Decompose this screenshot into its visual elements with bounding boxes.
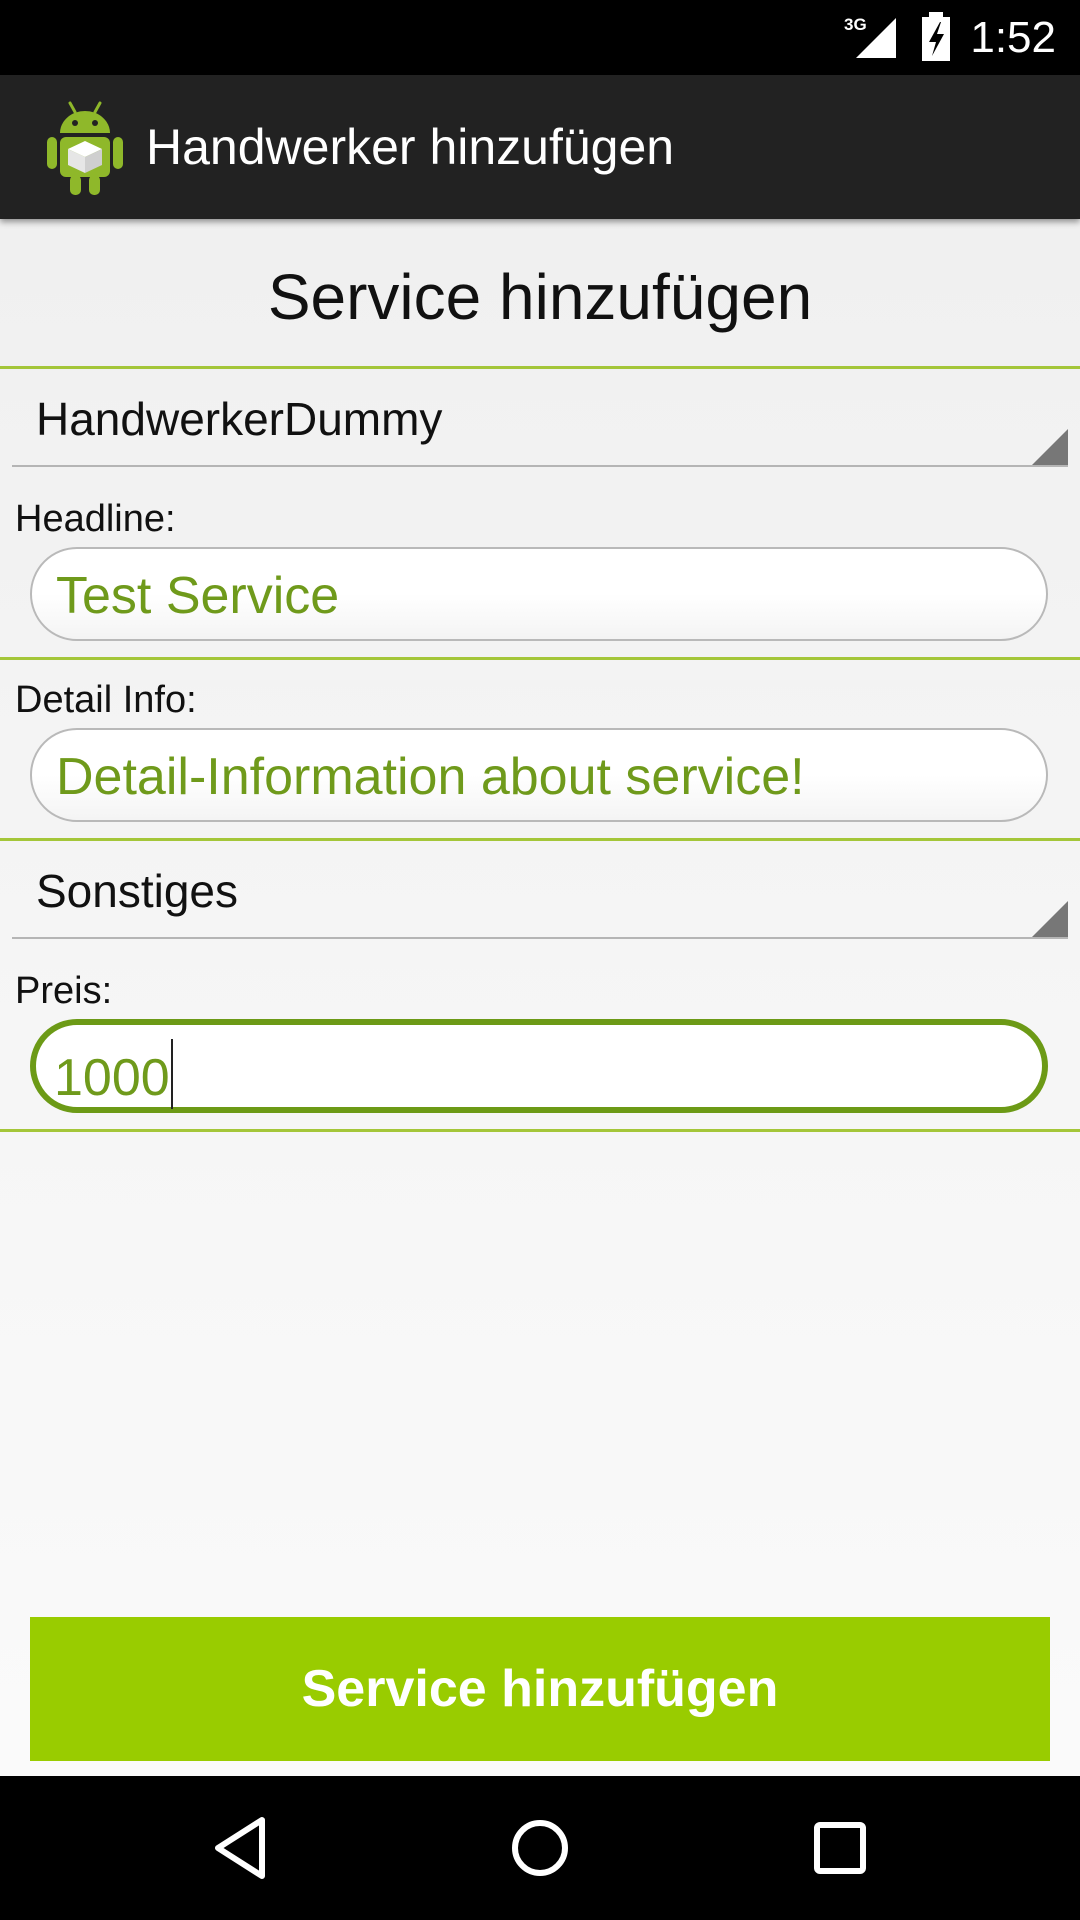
price-label: Preis: xyxy=(15,970,113,1012)
android-robot-icon xyxy=(47,101,123,195)
divider xyxy=(0,1129,1080,1132)
price-value: 1000 xyxy=(54,1049,170,1107)
status-time: 1:52 xyxy=(970,13,1056,62)
network-type-label: 3G xyxy=(844,15,867,34)
screen: 3G 1:52 Handwerker hinzufügen Service hi… xyxy=(0,0,1080,1920)
divider xyxy=(0,657,1080,660)
craftsman-spinner[interactable]: HandwerkerDummy xyxy=(12,369,1068,467)
headline-label: Headline: xyxy=(15,498,176,540)
headline-value: Test Service xyxy=(56,567,340,625)
recents-square-icon[interactable] xyxy=(800,1812,880,1884)
price-field[interactable]: 1000 xyxy=(30,1019,1048,1113)
battery-charging-icon xyxy=(922,12,950,61)
navigation-bar xyxy=(0,1776,1080,1920)
detail-label: Detail Info: xyxy=(15,679,197,721)
detail-value: Detail-Information about service! xyxy=(56,748,805,806)
craftsman-spinner-value: HandwerkerDummy xyxy=(36,393,443,445)
category-spinner-value: Sonstiges xyxy=(36,865,239,917)
text-cursor xyxy=(170,1039,173,1109)
add-service-button-label: Service hinzufügen xyxy=(301,1660,779,1718)
dropdown-arrow-icon xyxy=(1032,901,1068,937)
headline-field[interactable]: Test Service xyxy=(30,547,1048,641)
add-service-button[interactable]: Service hinzufügen xyxy=(30,1617,1050,1761)
page-title: Service hinzufügen xyxy=(267,261,813,333)
action-bar: Handwerker hinzufügen xyxy=(0,75,1080,219)
price-value-wrap: 1000 xyxy=(54,1039,173,1109)
home-circle-icon[interactable] xyxy=(500,1812,580,1884)
dropdown-arrow-icon xyxy=(1032,429,1068,465)
form-content: Service hinzufügen HandwerkerDummy Headl… xyxy=(0,219,1080,1776)
detail-field[interactable]: Detail-Information about service! xyxy=(30,728,1048,822)
status-bar: 3G 1:52 xyxy=(0,0,1080,75)
category-spinner[interactable]: Sonstiges xyxy=(12,841,1068,939)
action-bar-title: Handwerker hinzufügen xyxy=(146,119,675,175)
back-triangle-icon[interactable] xyxy=(202,1812,282,1884)
cell-signal-icon: 3G xyxy=(844,15,896,58)
